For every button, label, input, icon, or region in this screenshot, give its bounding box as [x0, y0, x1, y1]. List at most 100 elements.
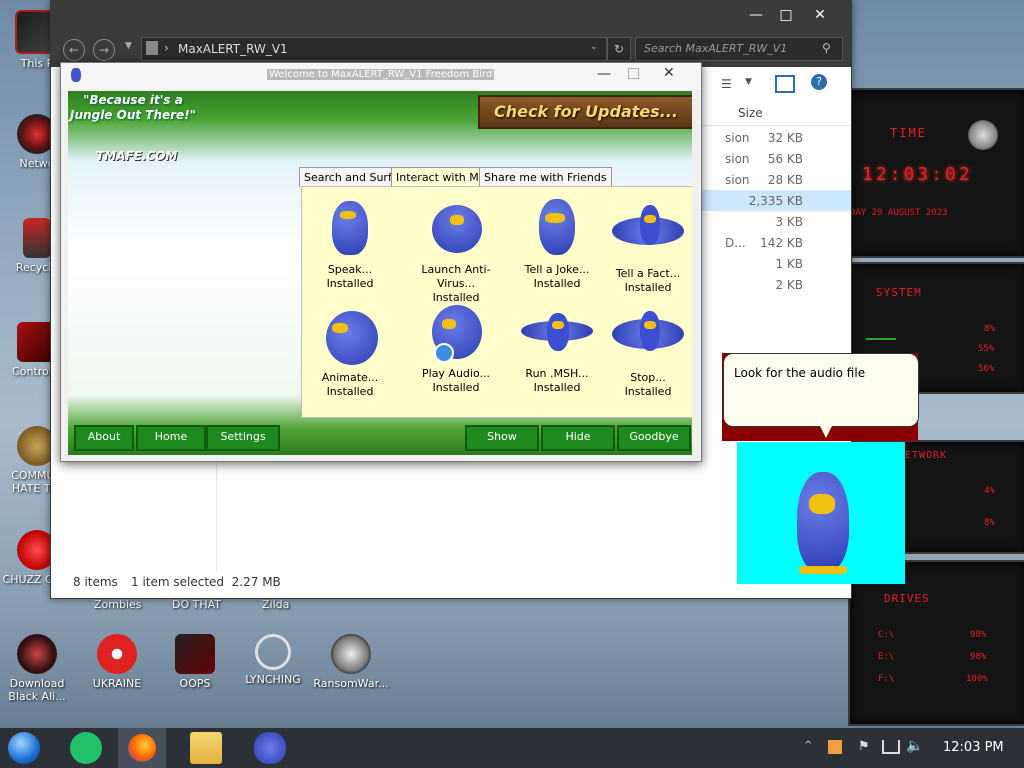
file-row-selected[interactable]: 2,335 KB [701, 190, 851, 211]
search-input[interactable]: Search MaxALERT_RW_V1 ⚲ [635, 37, 843, 61]
action-launch-antivirus[interactable]: Launch Anti-Virus... Installed [406, 197, 506, 305]
settings-button[interactable]: Settings [206, 425, 280, 451]
forward-arrow-icon[interactable]: → [93, 39, 115, 61]
file-row[interactable]: sion 56 KB [701, 148, 851, 169]
action-label: Launch Anti-Virus... [421, 263, 491, 290]
hide-button[interactable]: Hide [541, 425, 615, 451]
about-button[interactable]: About [74, 425, 134, 451]
back-arrow-icon[interactable]: ← [63, 39, 85, 61]
tab-search-and-surf[interactable]: Search and Surf [299, 167, 397, 187]
file-size: 1 KB [775, 257, 803, 271]
jungle-panel: "Because it's a Jungle Out There!" TMAFE… [68, 91, 692, 455]
action-animate[interactable]: Animate... Installed [300, 305, 400, 399]
bird-titlebar[interactable]: Welcome to MaxALERT_RW_V1 Freedom Bird —… [61, 63, 701, 89]
bird-close-button[interactable]: ✕ [663, 65, 675, 81]
view-options-icon[interactable]: ☰ [721, 77, 732, 91]
file-size: 2,335 KB [748, 194, 803, 208]
address-dropdown-icon[interactable]: ⌄ [590, 42, 598, 52]
maximize-button[interactable]: □ [771, 5, 801, 27]
network-tray-icon[interactable] [882, 740, 900, 754]
file-row[interactable]: 3 KB [701, 211, 851, 232]
show-button[interactable]: Show [465, 425, 539, 451]
action-label: Stop... [630, 371, 666, 384]
taskbar-clock[interactable]: 12:03 PM [943, 740, 1004, 755]
tmafe-logo[interactable]: TMAFE.COM [96, 149, 177, 163]
radiation-icon [97, 634, 137, 674]
action-label: Tell a Joke... [524, 263, 590, 276]
action-run-msh[interactable]: Run .MSH... Installed [507, 301, 607, 395]
minimize-button[interactable]: — [741, 5, 771, 27]
action-tell-joke[interactable]: Tell a Joke... Installed [507, 197, 607, 291]
alien-icon [17, 634, 57, 674]
network-label: NETWORK [898, 450, 948, 461]
help-icon[interactable]: ? [811, 74, 827, 90]
explorer-titlebar[interactable] [51, 1, 851, 31]
home-button[interactable]: Home [136, 425, 206, 451]
action-status: Installed [326, 277, 374, 290]
file-row[interactable]: sion 28 KB [701, 169, 851, 190]
net-value-2: 8% [984, 518, 995, 528]
refresh-icon[interactable]: ↻ [607, 37, 631, 61]
chevron-down-icon[interactable]: ▼ [125, 41, 132, 51]
status-item-count: 8 items [73, 575, 118, 589]
action-status: Installed [533, 277, 581, 290]
action-speak[interactable]: Speak... Installed [300, 197, 400, 291]
file-explorer-icon[interactable] [190, 732, 222, 764]
action-label: Animate... [321, 371, 379, 384]
close-button[interactable]: ✕ [805, 5, 835, 27]
desktop-icon-ukraine[interactable]: UKRAINE [78, 634, 156, 690]
freedom-bird-window: Welcome to MaxALERT_RW_V1 Freedom Bird —… [60, 62, 702, 462]
bird-run-msh-icon [521, 301, 593, 361]
drive-f-value: 100% [966, 674, 988, 684]
volume-icon[interactable]: 🔈 [906, 738, 923, 754]
desktop-partial-label: DO THAT [172, 598, 222, 611]
action-status: Installed [624, 385, 672, 398]
tray-app-icon[interactable] [828, 740, 842, 754]
action-stop[interactable]: Stop... Installed [598, 305, 692, 399]
file-size: 3 KB [775, 215, 803, 229]
show-hidden-icons-icon[interactable]: ^ [804, 740, 812, 751]
bird-fact-icon [612, 201, 684, 261]
view-dropdown-icon[interactable]: ▼ [745, 77, 752, 87]
desktop-icon-oops[interactable]: OOPS [156, 634, 234, 690]
taskbar-firefox-active[interactable] [118, 728, 166, 768]
drive-c-label: C:\ [878, 630, 895, 640]
desktop-icon-download-black-alien[interactable]: Download Black Ali... [0, 634, 76, 703]
net-value-1: 4% [984, 486, 995, 496]
system-label: SYSTEM [876, 286, 922, 299]
file-row[interactable]: sion 32 KB [701, 127, 851, 148]
bird-joke-icon [525, 197, 589, 257]
column-header-size[interactable]: Size [738, 106, 763, 120]
bird-window-title: Welcome to MaxALERT_RW_V1 Freedom Bird [267, 69, 495, 80]
address-bar[interactable]: › MaxALERT_RW_V1 ⌄ [141, 37, 607, 61]
goodbye-button[interactable]: Goodbye [617, 425, 691, 451]
start-button[interactable] [8, 732, 40, 764]
file-row[interactable]: 2 KB [701, 274, 851, 295]
preview-pane-icon[interactable] [775, 75, 795, 93]
agent-character[interactable] [737, 442, 905, 584]
desktop-partial-label: Zombies [94, 598, 142, 611]
bonzi-bird-taskbar-icon[interactable] [254, 732, 286, 764]
file-row[interactable]: D... 142 KB [701, 232, 851, 253]
action-tell-fact[interactable]: Tell a Fact... Installed [598, 201, 692, 295]
drive-e-value: 98% [970, 652, 987, 662]
tab-share-with-friends[interactable]: Share me with Friends [479, 167, 612, 187]
action-label: Tell a Fact... [615, 267, 681, 280]
tab-interact-with-me[interactable]: Interact with Me [391, 167, 491, 187]
bird-minimize-button[interactable]: — [597, 66, 611, 82]
file-type: sion [725, 131, 750, 145]
bird-maximize-button[interactable]: □ [627, 65, 640, 81]
bird-speak-icon [318, 197, 382, 257]
file-row[interactable]: 1 KB [701, 253, 851, 274]
desktop-icon-lynching[interactable]: LYNCHING [234, 634, 312, 686]
check-updates-banner[interactable]: Check for Updates... [478, 95, 692, 129]
spotify-icon[interactable] [70, 732, 102, 764]
speech-balloon[interactable]: Look for the audio file [723, 353, 919, 427]
bird-feet [799, 566, 847, 574]
balloon-pointer [819, 424, 833, 438]
file-size: 2 KB [775, 278, 803, 292]
desktop-icon-ransomware[interactable]: RansomWar... [312, 634, 390, 690]
flag-icon[interactable]: ⚑ [858, 739, 870, 754]
nav-pane-divider[interactable] [216, 463, 217, 571]
action-play-audio[interactable]: Play Audio... Installed [406, 301, 506, 395]
